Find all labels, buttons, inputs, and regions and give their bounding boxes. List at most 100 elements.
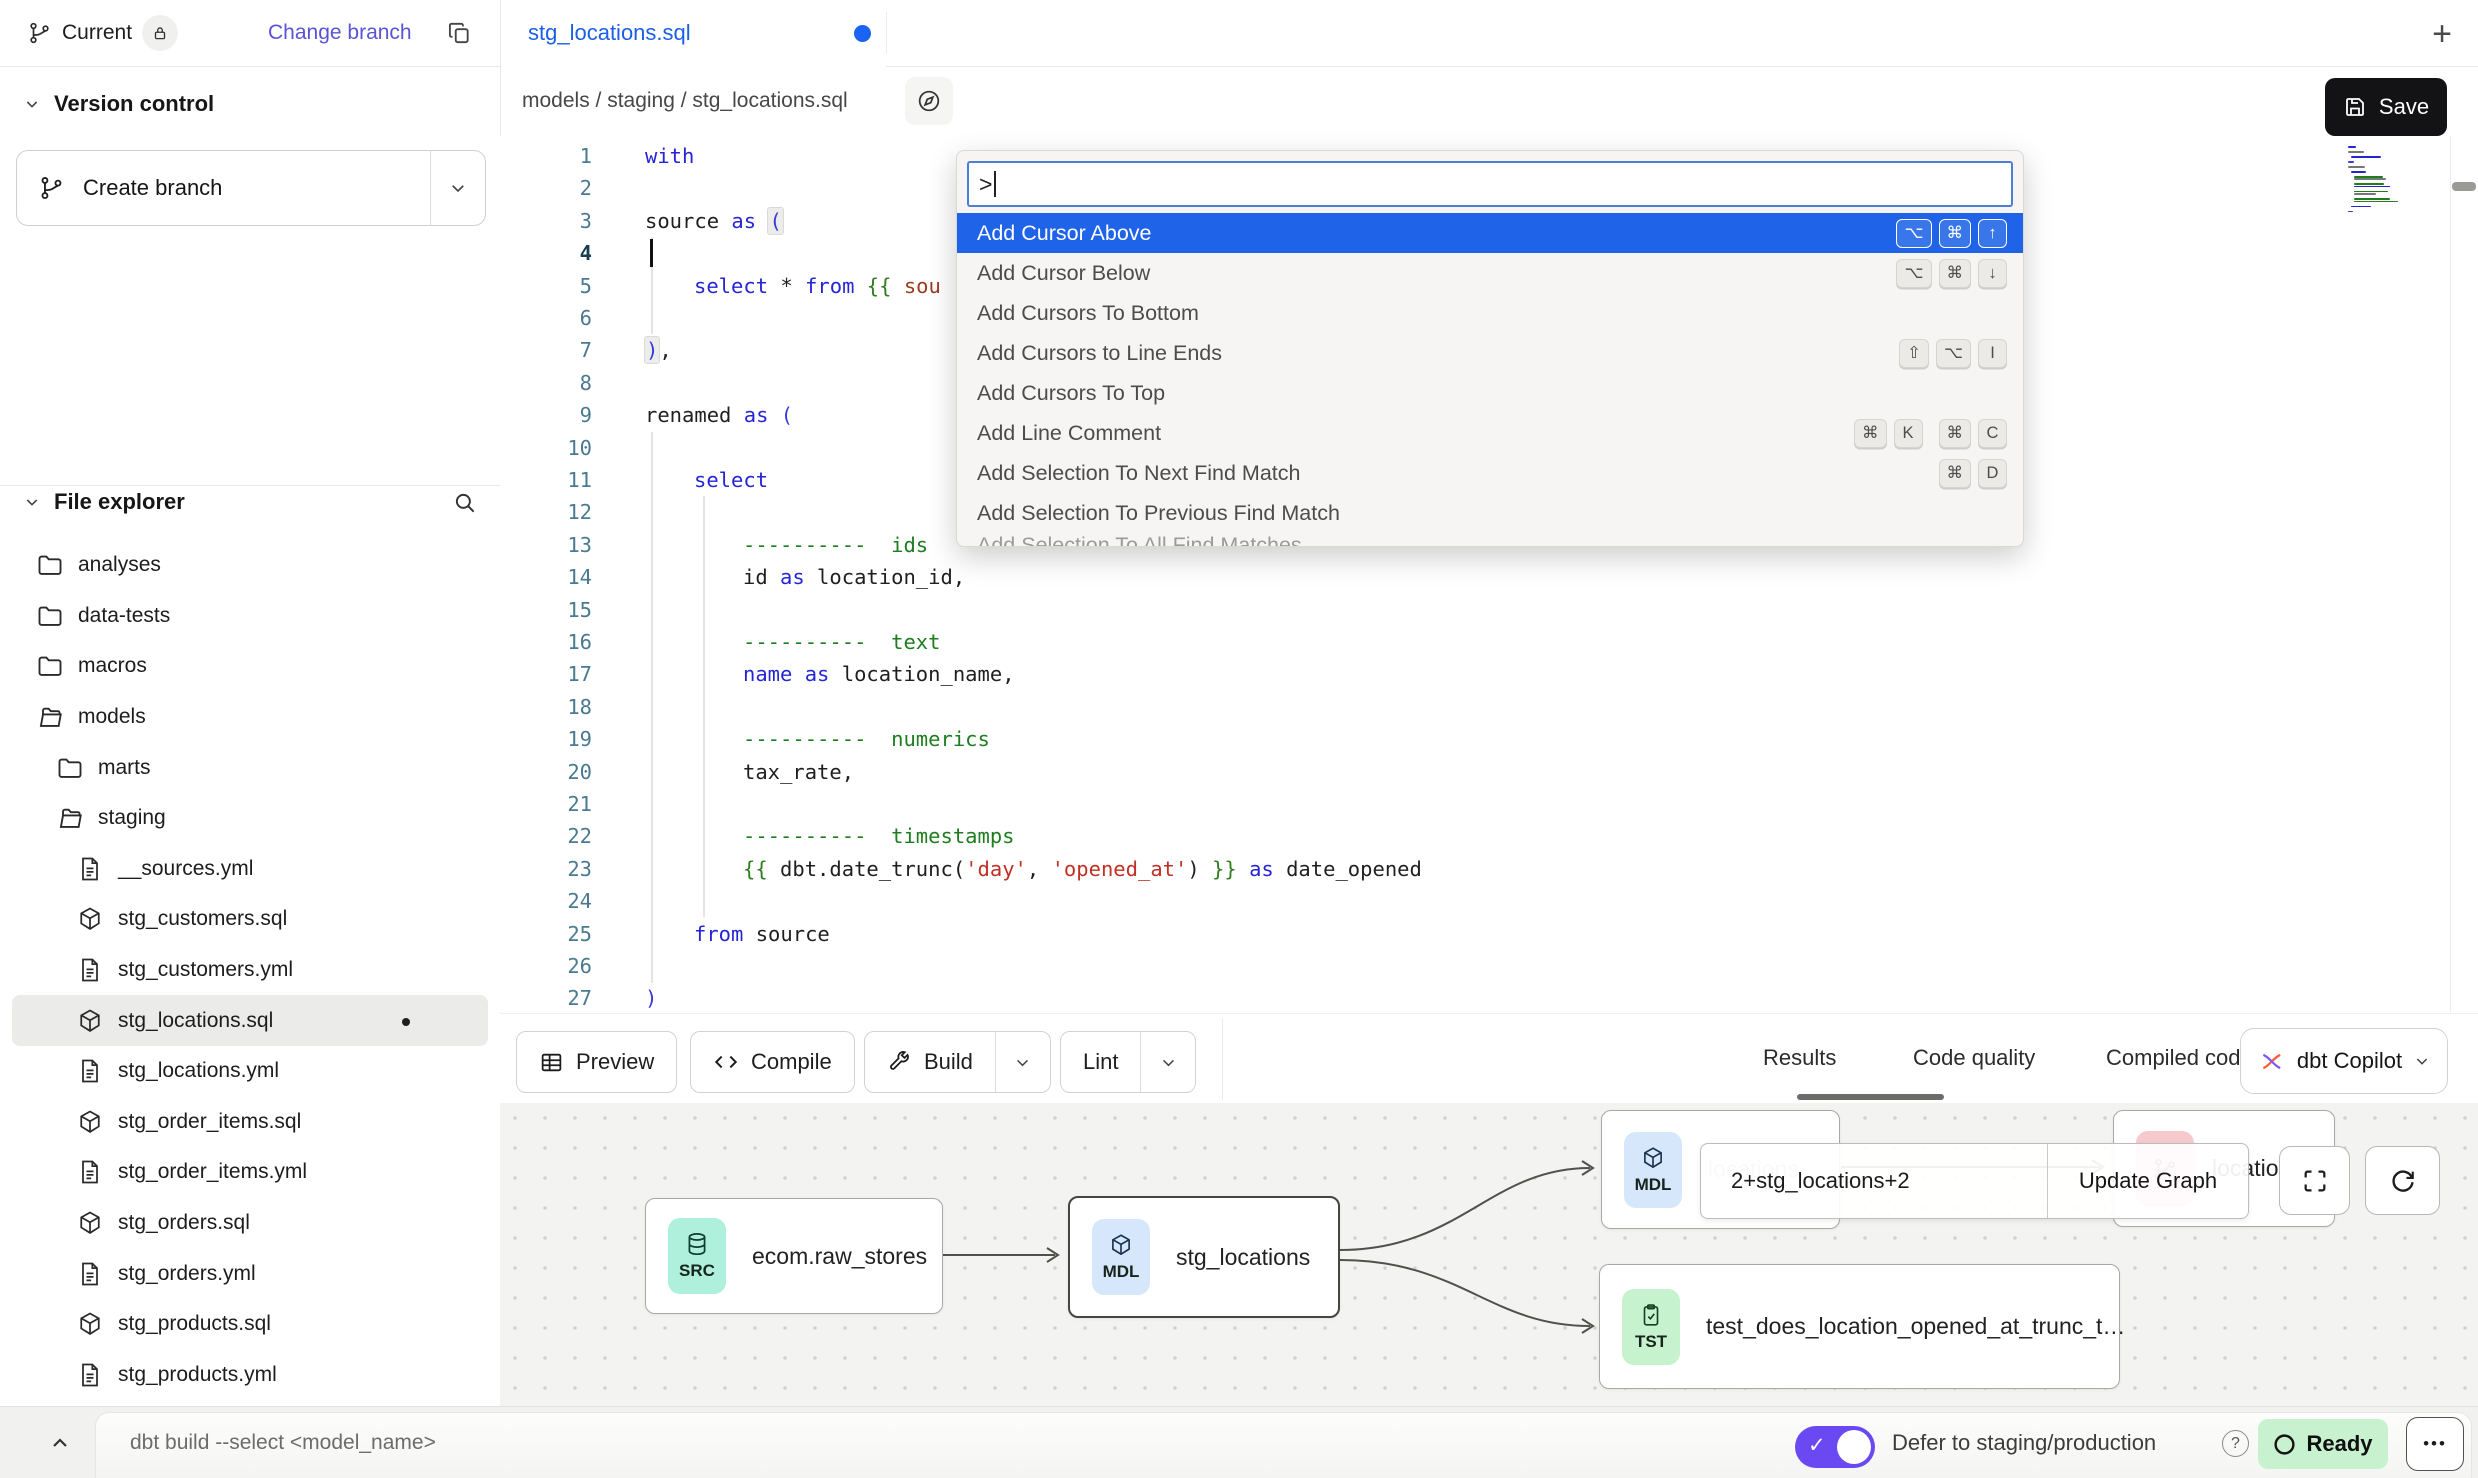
lineage-search-input[interactable]: 2+stg_locations+2 [1701,1144,2048,1218]
minimap[interactable] [2348,146,2394,213]
command-item-clipped[interactable]: Add Selection To All Find Matches [957,533,2023,546]
command-item[interactable]: Add Line Comment⌘K⌘C [957,413,2023,453]
more-options-button[interactable]: ••• [2406,1417,2464,1471]
node-label: test_does_location_opened_at_trunc_t… [1706,1313,2125,1340]
current-branch[interactable]: Current [28,0,178,66]
active-tab-underline [1797,1094,1944,1100]
file-tree-item[interactable]: stg_customers.yml [12,945,488,996]
compile-button[interactable]: Compile [690,1031,855,1093]
chevron-up-icon[interactable] [44,1427,76,1459]
code-line[interactable]: 24 [500,885,2450,917]
command-item[interactable]: Add Selection To Previous Find Match [957,493,2023,533]
line-number: 23 [500,853,592,885]
code-line[interactable]: 23{{ dbt.date_trunc('day', 'opened_at') … [500,853,2450,885]
floppy-icon [2343,95,2367,119]
dbt-copilot-button[interactable]: dbt Copilot [2240,1028,2448,1094]
tab-compiled-code[interactable]: Compiled code [2106,1014,2253,1102]
lineage-node-stg-locations[interactable]: MDL stg_locations [1068,1196,1340,1318]
new-tab-button[interactable]: + [2420,12,2464,56]
key-chip: ⌘ [1939,219,1972,248]
file-tree-item[interactable]: stg_products.yml [12,1350,488,1401]
minimap-line [2348,161,2354,163]
file-tree-item[interactable]: analyses [12,540,488,591]
file-tree-item[interactable]: staging [12,793,488,844]
build-button[interactable]: Build [864,1031,1051,1093]
line-number: 26 [500,950,592,982]
palette-query: > [979,171,992,198]
file-tree-item[interactable]: stg_products.sql [12,1299,488,1350]
copy-icon[interactable] [446,0,472,66]
fullscreen-button[interactable] [2279,1146,2350,1215]
code-text: select [694,464,768,496]
file-tree-item[interactable]: models [12,692,488,743]
save-button[interactable]: Save [2325,78,2447,136]
create-branch-button[interactable]: Create branch [16,150,486,226]
defer-label: Defer to staging/production [1892,1407,2156,1478]
search-icon[interactable] [452,490,478,516]
navigate-icon[interactable] [905,77,953,125]
minimap-line [2348,168,2394,170]
lock-icon [142,15,178,51]
preview-button[interactable]: Preview [516,1031,677,1093]
line-number: 25 [500,918,592,950]
file-tree-item[interactable]: marts [12,742,488,793]
build-dropdown[interactable] [996,1032,1050,1092]
ready-status-badge[interactable]: Ready [2258,1419,2388,1469]
command-item[interactable]: Add Cursors To Bottom [957,293,2023,333]
refresh-icon [2388,1166,2418,1196]
code-line[interactable]: 22---------- timestamps [500,820,2450,852]
tab-results[interactable]: Results [1763,1014,1836,1102]
lint-dropdown[interactable] [1141,1032,1195,1092]
command-item[interactable]: Add Cursor Below⌥⌘↓ [957,253,2023,293]
code-line[interactable]: 14id as location_id, [500,561,2450,593]
update-graph-button[interactable]: Update Graph [2048,1144,2248,1218]
lineage-graph[interactable]: MDL locations locations SRC [500,1103,2478,1406]
line-number: 13 [500,529,592,561]
refresh-button[interactable] [2365,1146,2440,1215]
command-placeholder[interactable]: dbt build --select <model_name> [130,1407,436,1478]
file-tree-item[interactable]: stg_locations.yml [12,1046,488,1097]
version-control-header[interactable]: Version control [24,80,214,128]
lint-button[interactable]: Lint [1060,1031,1196,1093]
file-tree-item[interactable]: stg_order_items.sql [12,1097,488,1148]
file-tree-item[interactable]: stg_customers.sql [12,894,488,945]
code-line[interactable]: 16---------- text [500,626,2450,658]
chevron-down-icon [1014,1054,1031,1071]
code-line[interactable]: 19---------- numerics [500,723,2450,755]
create-branch-main: Create branch [17,151,431,225]
code-line[interactable]: 17name as location_name, [500,658,2450,690]
minimap-line [2348,188,2394,190]
code-line[interactable]: 27) [500,982,2450,1012]
change-branch-link[interactable]: Change branch [268,0,412,66]
file-tree-item[interactable]: stg_locations.sql [12,995,488,1046]
folder-icon [36,602,64,630]
code-line[interactable]: 18 [500,691,2450,723]
lineage-node-ecom-raw-stores[interactable]: SRC ecom.raw_stores [645,1198,943,1314]
help-icon[interactable]: ? [2222,1430,2249,1457]
code-line[interactable]: 21 [500,788,2450,820]
command-item[interactable]: Add Selection To Next Find Match⌘D [957,453,2023,493]
file-tree-item[interactable]: stg_orders.sql [12,1198,488,1249]
scrollbar-thumb[interactable] [2452,182,2476,191]
defer-toggle[interactable]: ✓ [1795,1426,1875,1468]
code-line[interactable]: 15 [500,594,2450,626]
file-tree-item[interactable]: stg_orders.yml [12,1248,488,1299]
code-line[interactable]: 20tax_rate, [500,756,2450,788]
editor-tab[interactable]: stg_locations.sql [528,0,691,66]
create-branch-dropdown[interactable] [431,179,485,197]
tab-code-quality[interactable]: Code quality [1913,1014,2035,1102]
code-line[interactable]: 25from source [500,918,2450,950]
minimap-line [2354,183,2384,185]
command-palette-input[interactable]: > [967,161,2013,207]
file-tree-item[interactable]: __sources.yml [12,844,488,895]
file-explorer-header[interactable]: File explorer [24,478,185,526]
file-tree-item[interactable]: stg_order_items.yml [12,1147,488,1198]
file-tree-item[interactable]: macros [12,641,488,692]
lineage-node-test[interactable]: TST test_does_location_opened_at_trunc_t… [1599,1264,2120,1389]
command-item[interactable]: Add Cursors to Line Ends⇧⌥I [957,333,2023,373]
file-tree-item[interactable]: data-tests [12,591,488,642]
command-item[interactable]: Add Cursors To Top [957,373,2023,413]
code-line[interactable]: 26 [500,950,2450,982]
command-item[interactable]: Add Cursor Above⌥⌘↑ [957,213,2023,253]
command-label: Add Cursors To Top [977,381,1165,406]
